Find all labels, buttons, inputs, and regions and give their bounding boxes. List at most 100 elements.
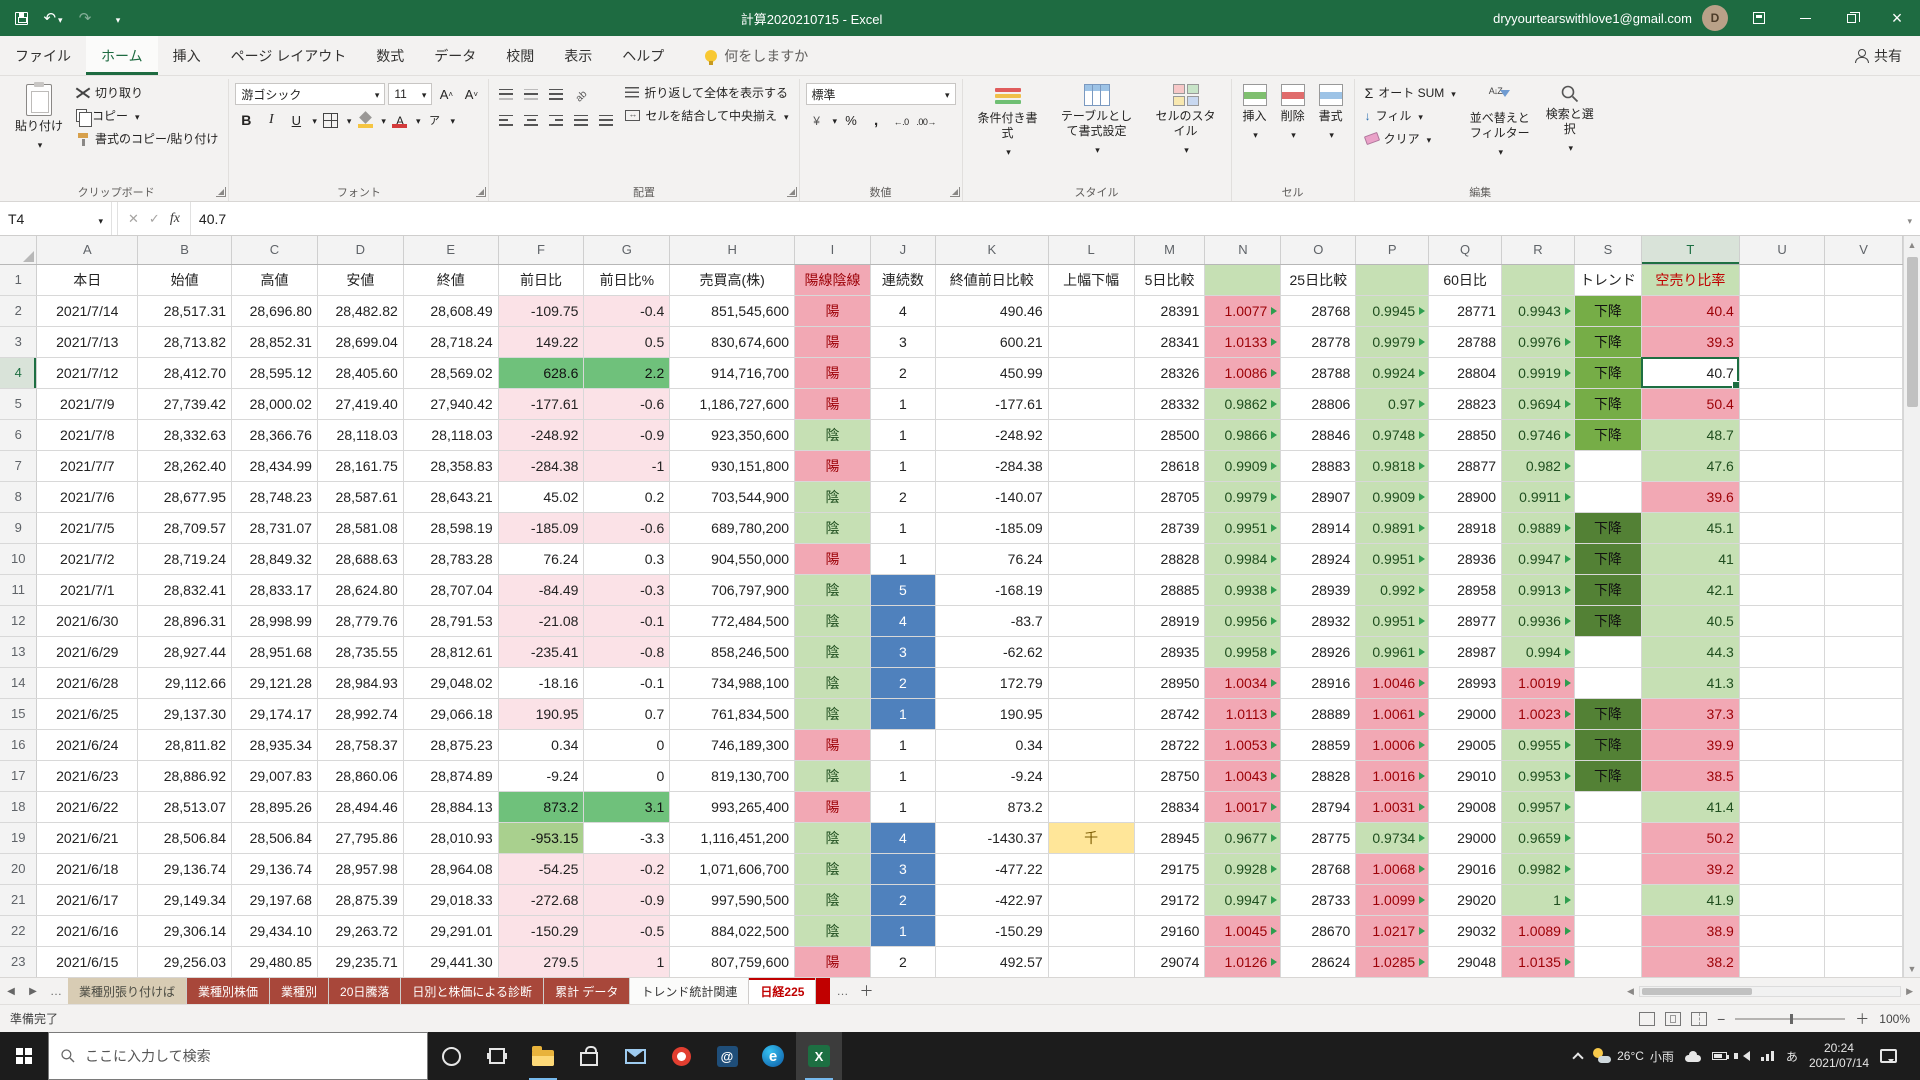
cell-E13[interactable]: 28,812.61 — [403, 636, 498, 667]
cell-J9[interactable]: 1 — [870, 512, 935, 543]
cell-L18[interactable] — [1048, 791, 1134, 822]
cell-L20[interactable] — [1048, 853, 1134, 884]
normal-view-icon[interactable] — [1639, 1012, 1655, 1026]
cell-U12[interactable] — [1739, 605, 1824, 636]
tab-home[interactable]: ホーム — [86, 36, 158, 75]
cell-K4[interactable]: 450.99 — [935, 357, 1048, 388]
cell-N20[interactable]: 0.9928 — [1205, 853, 1281, 884]
cell-E2[interactable]: 28,608.49 — [403, 295, 498, 326]
cell-U11[interactable] — [1739, 574, 1824, 605]
cell-G18[interactable]: 3.1 — [584, 791, 670, 822]
cell-R17[interactable]: 0.9953 — [1502, 760, 1575, 791]
cell-N22[interactable]: 1.0045 — [1205, 915, 1281, 946]
cell-A22[interactable]: 2021/6/16 — [37, 915, 138, 946]
sheet-overflow-right[interactable]: … — [830, 978, 854, 1004]
cell-O20[interactable]: 28768 — [1281, 853, 1356, 884]
cell-U8[interactable] — [1739, 481, 1824, 512]
cut-button[interactable]: 切り取り — [72, 81, 222, 104]
cell-R12[interactable]: 0.9936 — [1502, 605, 1575, 636]
cell-O17[interactable]: 28828 — [1281, 760, 1356, 791]
cell-J17[interactable]: 1 — [870, 760, 935, 791]
cell-F13[interactable]: -235.41 — [498, 636, 584, 667]
cell-J7[interactable]: 1 — [870, 450, 935, 481]
cell-J13[interactable]: 3 — [870, 636, 935, 667]
cell-G8[interactable]: 0.2 — [584, 481, 670, 512]
zoom-in-button[interactable]: ＋ — [1855, 1009, 1869, 1029]
cell-E23[interactable]: 29,441.30 — [403, 946, 498, 977]
cell-G22[interactable]: -0.5 — [584, 915, 670, 946]
cell-F21[interactable]: -272.68 — [498, 884, 584, 915]
cell-V3[interactable] — [1825, 326, 1903, 357]
cell-G23[interactable]: 1 — [584, 946, 670, 977]
tab-view[interactable]: 表示 — [549, 36, 607, 75]
cell-B13[interactable]: 28,927.44 — [138, 636, 232, 667]
cell-R13[interactable]: 0.994 — [1502, 636, 1575, 667]
name-box[interactable]: T4 — [0, 202, 112, 235]
cell-D9[interactable]: 28,581.08 — [317, 512, 403, 543]
cell-I15[interactable]: 陰 — [795, 698, 871, 729]
align-left-button[interactable] — [495, 109, 517, 131]
cell-M9[interactable]: 28739 — [1134, 512, 1205, 543]
cell-E1[interactable]: 終値 — [403, 264, 498, 295]
cell-V1[interactable] — [1825, 264, 1903, 295]
cell-I2[interactable]: 陽 — [795, 295, 871, 326]
cell-K22[interactable]: -150.29 — [935, 915, 1048, 946]
cell-U10[interactable] — [1739, 543, 1824, 574]
cell-Q12[interactable]: 28977 — [1429, 605, 1502, 636]
cell-T13[interactable]: 44.3 — [1641, 636, 1739, 667]
store-taskbar-button[interactable] — [566, 1032, 612, 1080]
cell-O18[interactable]: 28794 — [1281, 791, 1356, 822]
cell-F12[interactable]: -21.08 — [498, 605, 584, 636]
cell-U2[interactable] — [1739, 295, 1824, 326]
cell-L15[interactable] — [1048, 698, 1134, 729]
cell-N10[interactable]: 0.9984 — [1205, 543, 1281, 574]
cell-U20[interactable] — [1739, 853, 1824, 884]
zoom-level[interactable]: 100% — [1879, 1012, 1910, 1026]
cell-P9[interactable]: 0.9891 — [1356, 512, 1429, 543]
cell-I19[interactable]: 陰 — [795, 822, 871, 853]
cell-Q4[interactable]: 28804 — [1429, 357, 1502, 388]
cell-U9[interactable] — [1739, 512, 1824, 543]
cell-Q7[interactable]: 28877 — [1429, 450, 1502, 481]
cell-P11[interactable]: 0.992 — [1356, 574, 1429, 605]
cell-K16[interactable]: 0.34 — [935, 729, 1048, 760]
cell-I12[interactable]: 陰 — [795, 605, 871, 636]
row-header-9[interactable]: 9 — [0, 512, 37, 543]
cell-T22[interactable]: 38.9 — [1641, 915, 1739, 946]
cell-C18[interactable]: 28,895.26 — [232, 791, 318, 822]
cell-L19[interactable]: 千 — [1048, 822, 1134, 853]
cell-F17[interactable]: -9.24 — [498, 760, 584, 791]
cell-D5[interactable]: 27,419.40 — [317, 388, 403, 419]
cell-P7[interactable]: 0.9818 — [1356, 450, 1429, 481]
cell-R16[interactable]: 0.9955 — [1502, 729, 1575, 760]
column-header-T[interactable]: T — [1641, 236, 1739, 264]
cell-K23[interactable]: 492.57 — [935, 946, 1048, 977]
sheet-tab-3[interactable]: 20日騰落 — [329, 978, 401, 1004]
cell-H12[interactable]: 772,484,500 — [670, 605, 795, 636]
cell-L21[interactable] — [1048, 884, 1134, 915]
column-header-O[interactable]: O — [1281, 236, 1356, 264]
row-header-12[interactable]: 12 — [0, 605, 37, 636]
cell-F22[interactable]: -150.29 — [498, 915, 584, 946]
cell-R18[interactable]: 0.9957 — [1502, 791, 1575, 822]
cell-C1[interactable]: 高値 — [232, 264, 318, 295]
cell-S23[interactable] — [1574, 946, 1641, 977]
cell-L7[interactable] — [1048, 450, 1134, 481]
cell-F8[interactable]: 45.02 — [498, 481, 584, 512]
tell-me-search[interactable]: 何をしますか — [705, 36, 808, 75]
cell-I23[interactable]: 陽 — [795, 946, 871, 977]
cell-B18[interactable]: 28,513.07 — [138, 791, 232, 822]
align-right-button[interactable] — [545, 109, 567, 131]
cell-H2[interactable]: 851,545,600 — [670, 295, 795, 326]
cell-T23[interactable]: 38.2 — [1641, 946, 1739, 977]
cell-B3[interactable]: 28,713.82 — [138, 326, 232, 357]
bold-button[interactable] — [235, 109, 257, 131]
cell-H3[interactable]: 830,674,600 — [670, 326, 795, 357]
cell-D23[interactable]: 29,235.71 — [317, 946, 403, 977]
cell-P12[interactable]: 0.9951 — [1356, 605, 1429, 636]
cell-P15[interactable]: 1.0061 — [1356, 698, 1429, 729]
cell-F19[interactable]: -953.15 — [498, 822, 584, 853]
cell-L12[interactable] — [1048, 605, 1134, 636]
cell-C15[interactable]: 29,174.17 — [232, 698, 318, 729]
cell-O6[interactable]: 28846 — [1281, 419, 1356, 450]
